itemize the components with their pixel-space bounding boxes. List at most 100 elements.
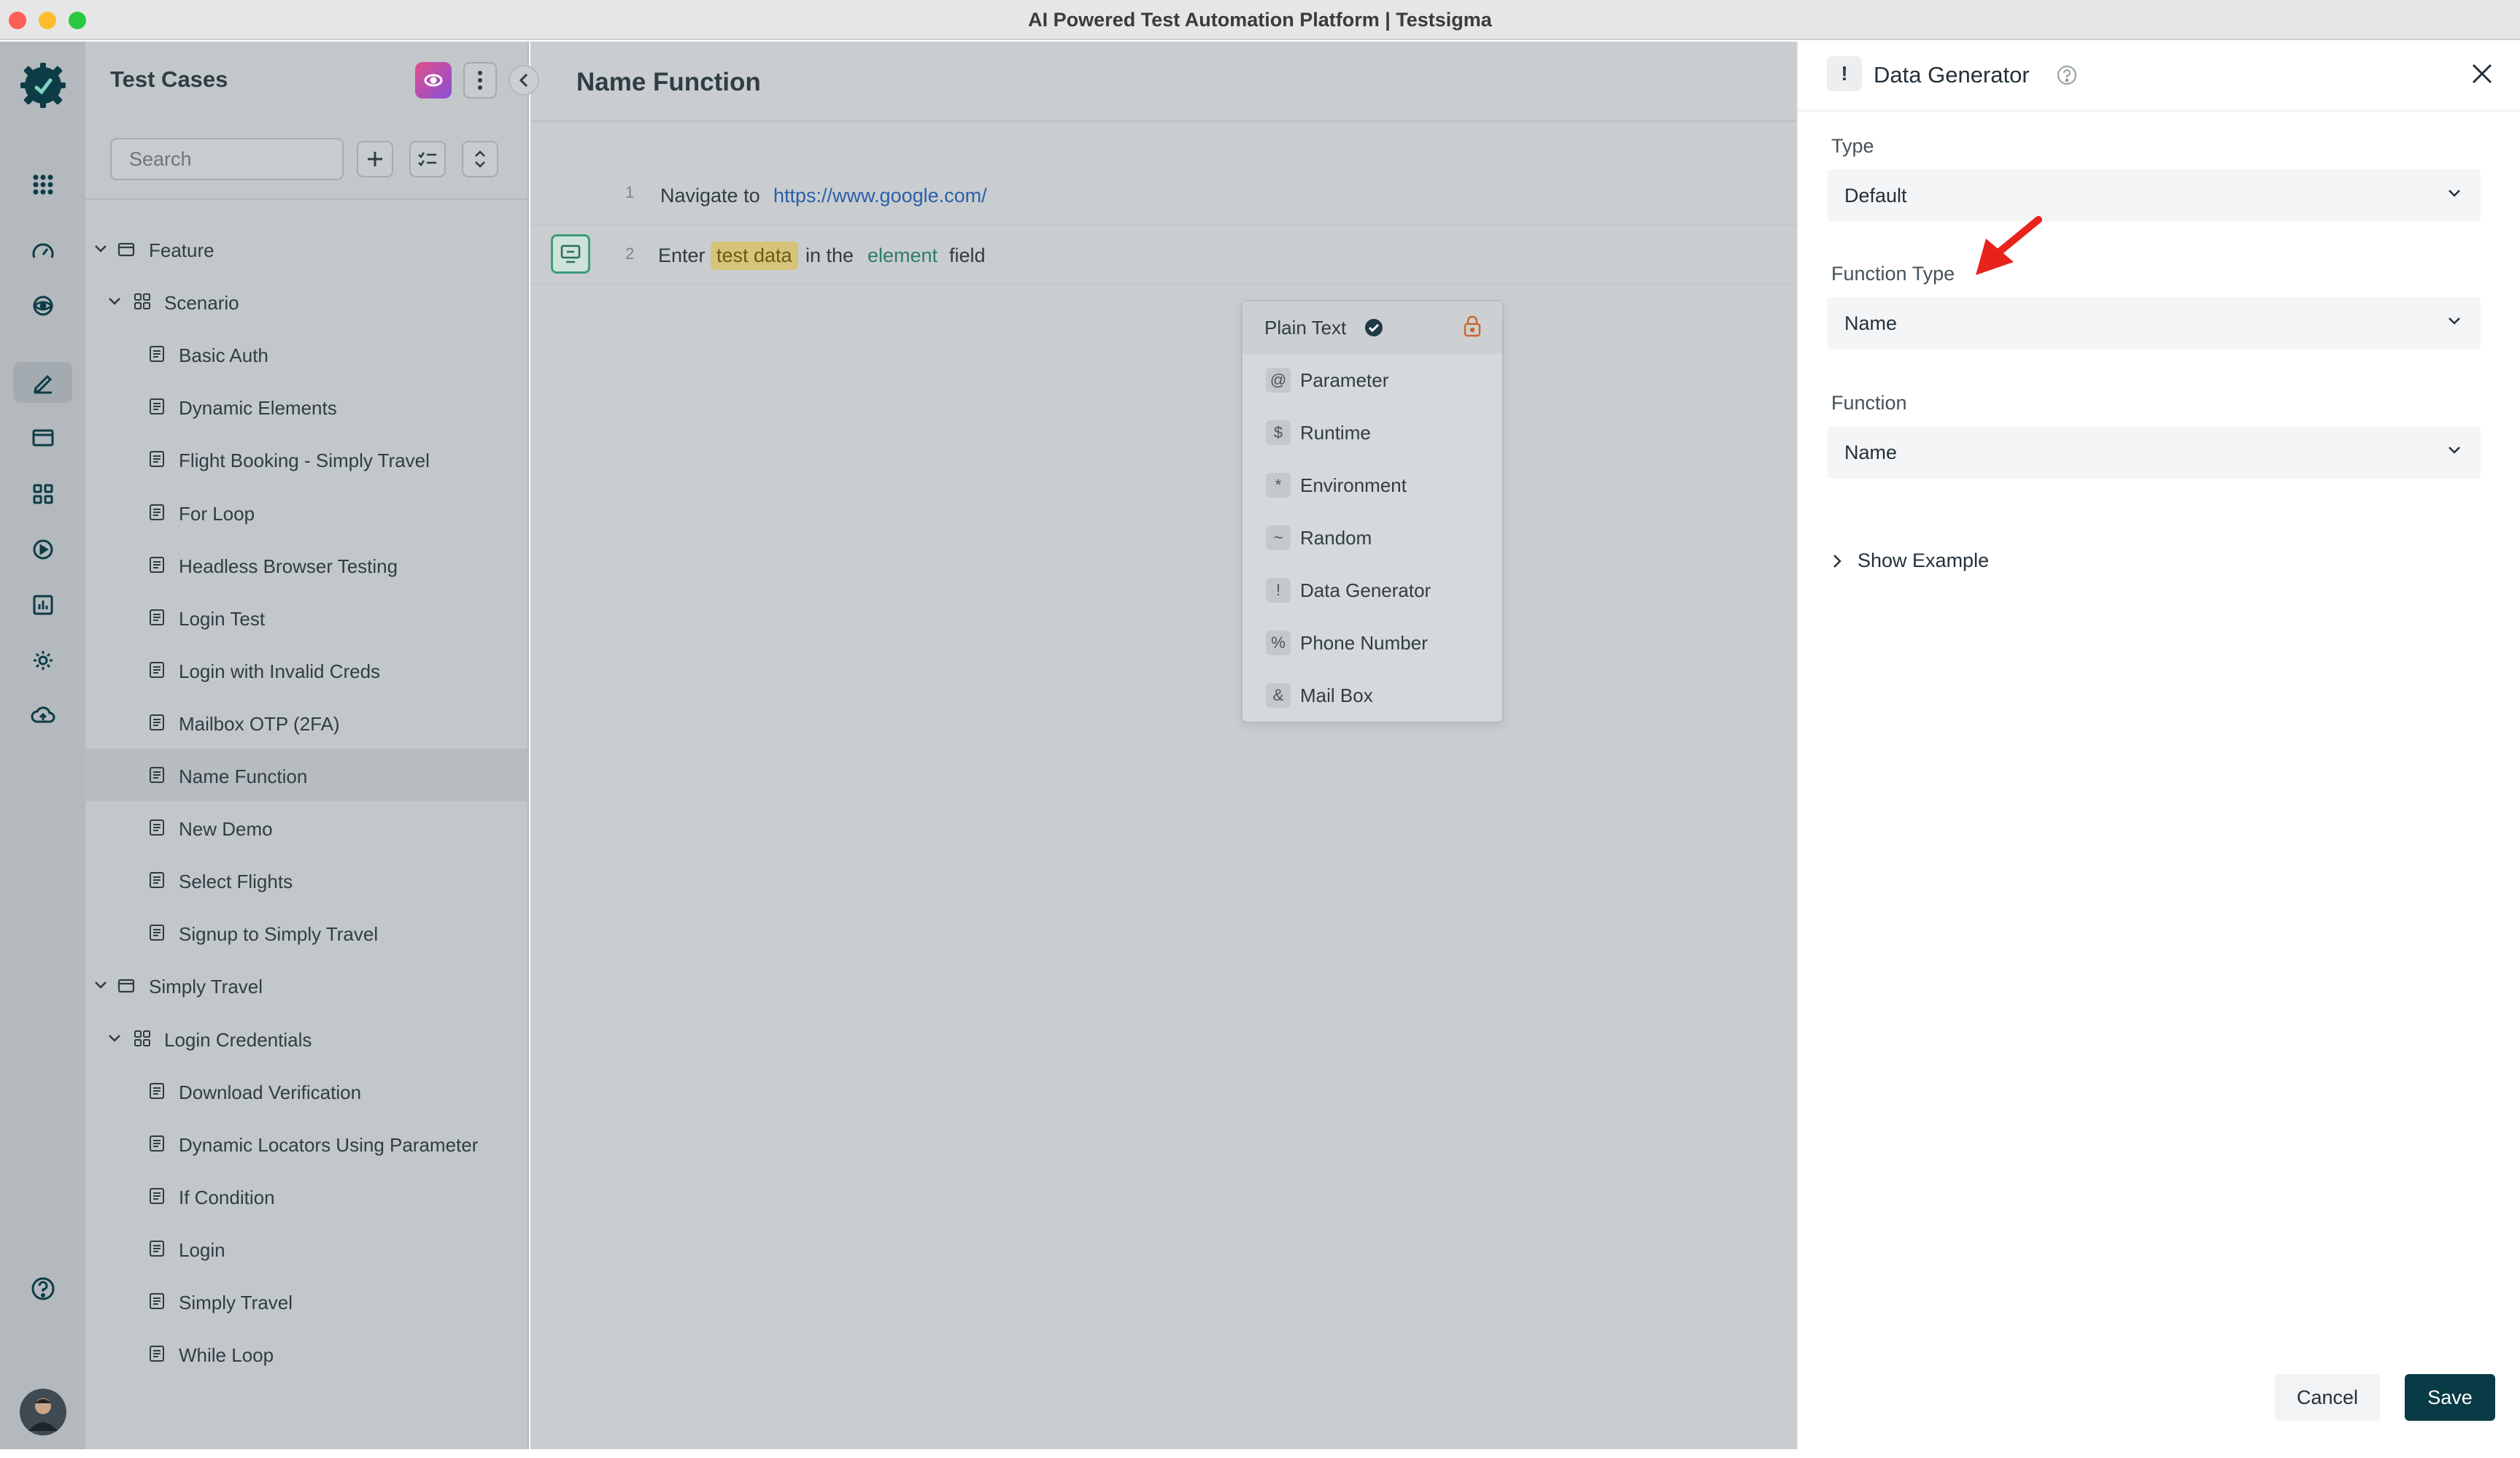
dashboard-icon[interactable] — [0, 231, 85, 272]
show-example-toggle[interactable]: Show Example — [1831, 549, 1989, 572]
tree-item-label: Name Function — [179, 765, 308, 787]
tree-item-basic-auth[interactable]: Basic Auth — [85, 328, 527, 380]
close-icon[interactable] — [2470, 62, 2494, 89]
tree-item-signup-to-simply-travel[interactable]: Signup to Simply Travel — [85, 906, 527, 959]
tree-group-login-credentials[interactable]: Login Credentials — [85, 1012, 527, 1065]
plus-icon — [368, 152, 382, 166]
tree-item-label: Signup to Simply Travel — [179, 923, 379, 946]
menu-item-label: Random — [1300, 526, 1372, 549]
step-url-link[interactable]: https://www.google.com/ — [773, 185, 987, 207]
tree-item-label: Login with Invalid Creds — [179, 660, 381, 682]
more-options-button[interactable] — [463, 62, 497, 99]
menu-item-parameter[interactable]: @ Parameter — [1242, 354, 1502, 406]
chevron-down-icon[interactable] — [107, 1030, 123, 1046]
cancel-button[interactable]: Cancel — [2275, 1374, 2380, 1421]
tree-item-login-with-invalid-creds[interactable]: Login with Invalid Creds — [85, 644, 527, 696]
tree-item-login[interactable]: Login — [85, 1222, 527, 1275]
collapse-sidebar-button[interactable] — [509, 65, 539, 96]
function-type-value: Name — [1844, 312, 1898, 334]
menu-item-phone-number[interactable]: % Phone Number — [1242, 617, 1502, 669]
tree-folder-simply-travel[interactable]: Simply Travel — [85, 959, 527, 1011]
tree-item-dynamic-locators-using-parameter[interactable]: Dynamic Locators Using Parameter — [85, 1117, 527, 1170]
save-button[interactable]: Save — [2405, 1374, 2495, 1421]
eye-icon[interactable] — [0, 285, 85, 326]
runtime-key-icon: $ — [1266, 420, 1291, 445]
window-title: AI Powered Test Automation Platform | Te… — [1028, 9, 1492, 31]
annotation-arrow-icon — [1976, 216, 2042, 275]
menu-item-mail-box[interactable]: & Mail Box — [1242, 669, 1502, 722]
search-input[interactable] — [110, 138, 344, 180]
test-case-icon — [149, 924, 165, 946]
menu-item-random[interactable]: ~ Random — [1242, 512, 1502, 564]
test-case-icon — [149, 1187, 165, 1210]
tree-item-label: For Loop — [179, 502, 255, 525]
type-select[interactable]: Default — [1827, 169, 2481, 222]
tree-item-mailbox-otp-2fa[interactable]: Mailbox OTP (2FA) — [85, 696, 527, 749]
tree-item-new-demo[interactable]: New Demo — [85, 801, 527, 854]
sidebar-divider — [85, 198, 529, 200]
folder-icon[interactable] — [0, 417, 85, 458]
reports-icon[interactable] — [0, 585, 85, 625]
menu-item-runtime[interactable]: $ Runtime — [1242, 406, 1502, 459]
checklist-button[interactable] — [409, 141, 446, 177]
tree-item-simply-travel[interactable]: Simply Travel — [85, 1275, 527, 1327]
test-case-icon — [149, 398, 165, 420]
menu-item-label: Plain Text — [1264, 316, 1347, 339]
tree-item-login-test[interactable]: Login Test — [85, 591, 527, 644]
apps-icon[interactable] — [0, 164, 85, 205]
menu-item-environment[interactable]: * Environment — [1242, 459, 1502, 512]
tree-item-name-function[interactable]: Name Function — [85, 749, 527, 801]
add-test-case-button[interactable] — [357, 141, 393, 177]
checklist-icon — [418, 152, 436, 166]
avatar[interactable] — [0, 1389, 85, 1435]
data-generator-key-icon: ! — [1266, 578, 1291, 603]
tree-item-flight-booking-simply-travel[interactable]: Flight Booking - Simply Travel — [85, 433, 527, 485]
step-word-field: field — [949, 244, 986, 266]
play-icon[interactable] — [0, 529, 85, 570]
ai-assistant-button[interactable] — [415, 62, 452, 99]
cloud-icon[interactable] — [0, 695, 85, 736]
menu-item-data-generator[interactable]: ! Data Generator — [1242, 564, 1502, 617]
lock-icon[interactable] — [1463, 315, 1482, 343]
tree-item-download-verification[interactable]: Download Verification — [85, 1065, 527, 1117]
step-type-button[interactable] — [551, 234, 590, 274]
help-circle-icon[interactable] — [2056, 64, 2078, 90]
tree-item-while-loop[interactable]: While Loop — [85, 1327, 527, 1380]
tree-item-dynamic-elements[interactable]: Dynamic Elements — [85, 380, 527, 433]
tree-item-if-condition[interactable]: If Condition — [85, 1170, 527, 1222]
tree-group-scenario[interactable]: Scenario — [85, 275, 527, 328]
data-generator-badge-icon: ! — [1827, 56, 1862, 91]
element-pill[interactable]: element — [867, 244, 938, 267]
settings-icon[interactable] — [0, 640, 85, 681]
test-case-icon — [149, 1135, 165, 1157]
chevron-down-icon — [2447, 188, 2462, 202]
tree-item-select-flights[interactable]: Select Flights — [85, 854, 527, 906]
test-step-1[interactable]: 1 Navigate to https://www.google.com/ — [530, 166, 1796, 225]
function-label: Function — [1831, 392, 1907, 414]
test-case-icon — [149, 609, 165, 631]
step-icon — [560, 244, 581, 263]
help-icon[interactable] — [0, 1268, 85, 1309]
type-value: Default — [1844, 184, 1907, 207]
grid-icon[interactable] — [0, 474, 85, 514]
chevron-down-icon[interactable] — [93, 241, 109, 257]
tree-item-for-loop[interactable]: For Loop — [85, 486, 527, 539]
tree-folder-feature[interactable]: Feature — [85, 223, 527, 275]
edit-icon[interactable] — [13, 362, 72, 403]
nav-rail — [0, 42, 85, 1449]
testsigma-logo[interactable] — [0, 62, 85, 109]
function-type-select[interactable]: Name — [1827, 297, 2481, 350]
expand-collapse-button[interactable] — [462, 141, 498, 177]
chevron-down-icon[interactable] — [93, 977, 109, 993]
page-title: Name Function — [576, 68, 761, 96]
test-step-2[interactable]: 2 Enter test data in the element field — [530, 225, 1796, 285]
environment-key-icon: * — [1266, 473, 1291, 498]
chevron-down-icon[interactable] — [107, 293, 123, 309]
tree-item-headless-browser-testing[interactable]: Headless Browser Testing — [85, 539, 527, 591]
function-select[interactable]: Name — [1827, 426, 2481, 479]
step-action: Navigate to — [660, 185, 760, 207]
menu-item-plain-text[interactable]: Plain Text — [1242, 301, 1502, 354]
test-case-icon — [149, 1240, 165, 1262]
test-data-pill[interactable]: test data — [711, 242, 798, 270]
random-key-icon: ~ — [1266, 525, 1291, 550]
